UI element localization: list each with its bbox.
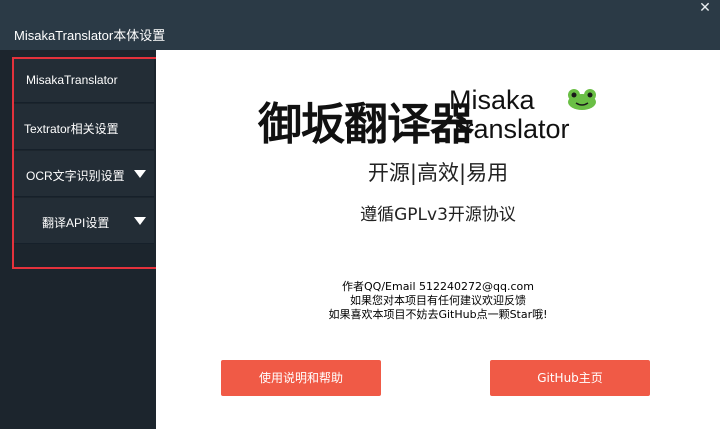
- dropdown-arrow-icon: [134, 217, 146, 225]
- sidebar-item-label: 翻译API设置: [42, 216, 110, 230]
- sidebar-item-label: MisakaTranslator: [26, 73, 118, 87]
- help-button[interactable]: 使用说明和帮助: [221, 360, 381, 396]
- star-request-text: 如果喜欢本项目不妨去GitHub点一颗Star哦!: [328, 308, 548, 321]
- logo-en-line2: Translator: [449, 114, 570, 144]
- license-text: 遵循GPLv3开源协议: [360, 205, 516, 225]
- slogan: 开源|高效|易用: [367, 161, 509, 185]
- dropdown-arrow-icon: [134, 170, 146, 178]
- github-button[interactable]: GitHub主页: [490, 360, 650, 396]
- close-icon[interactable]: ✕: [698, 0, 712, 17]
- sidebar-item-ocr[interactable]: OCR文字识别设置: [14, 151, 154, 197]
- sidebar-item-translate-api[interactable]: 翻译API设置: [14, 198, 154, 244]
- sidebar-item-misakatranslator[interactable]: MisakaTranslator: [14, 57, 154, 103]
- sidebar-item-label: OCR文字识别设置: [26, 169, 125, 183]
- window-top-bar: ✕: [0, 0, 720, 18]
- window-title: MisakaTranslator本体设置: [14, 28, 166, 43]
- logo-en-line1: Misaka: [449, 85, 535, 115]
- app-logo-en: Misaka Translator: [449, 86, 570, 144]
- sidebar: MisakaTranslator Textrator相关设置 OCR文字识别设置…: [0, 50, 156, 429]
- app-logo-cn: 御坂翻译器: [258, 99, 474, 150]
- main-panel: 御坂翻译器 Misaka Translator 开源|高效|易用 遵循GPLv3…: [156, 50, 720, 429]
- title-bar: MisakaTranslator本体设置: [0, 18, 720, 50]
- frog-icon: [568, 89, 596, 110]
- sidebar-item-label: Textrator相关设置: [24, 122, 119, 136]
- sidebar-item-textrator[interactable]: Textrator相关设置: [14, 104, 154, 150]
